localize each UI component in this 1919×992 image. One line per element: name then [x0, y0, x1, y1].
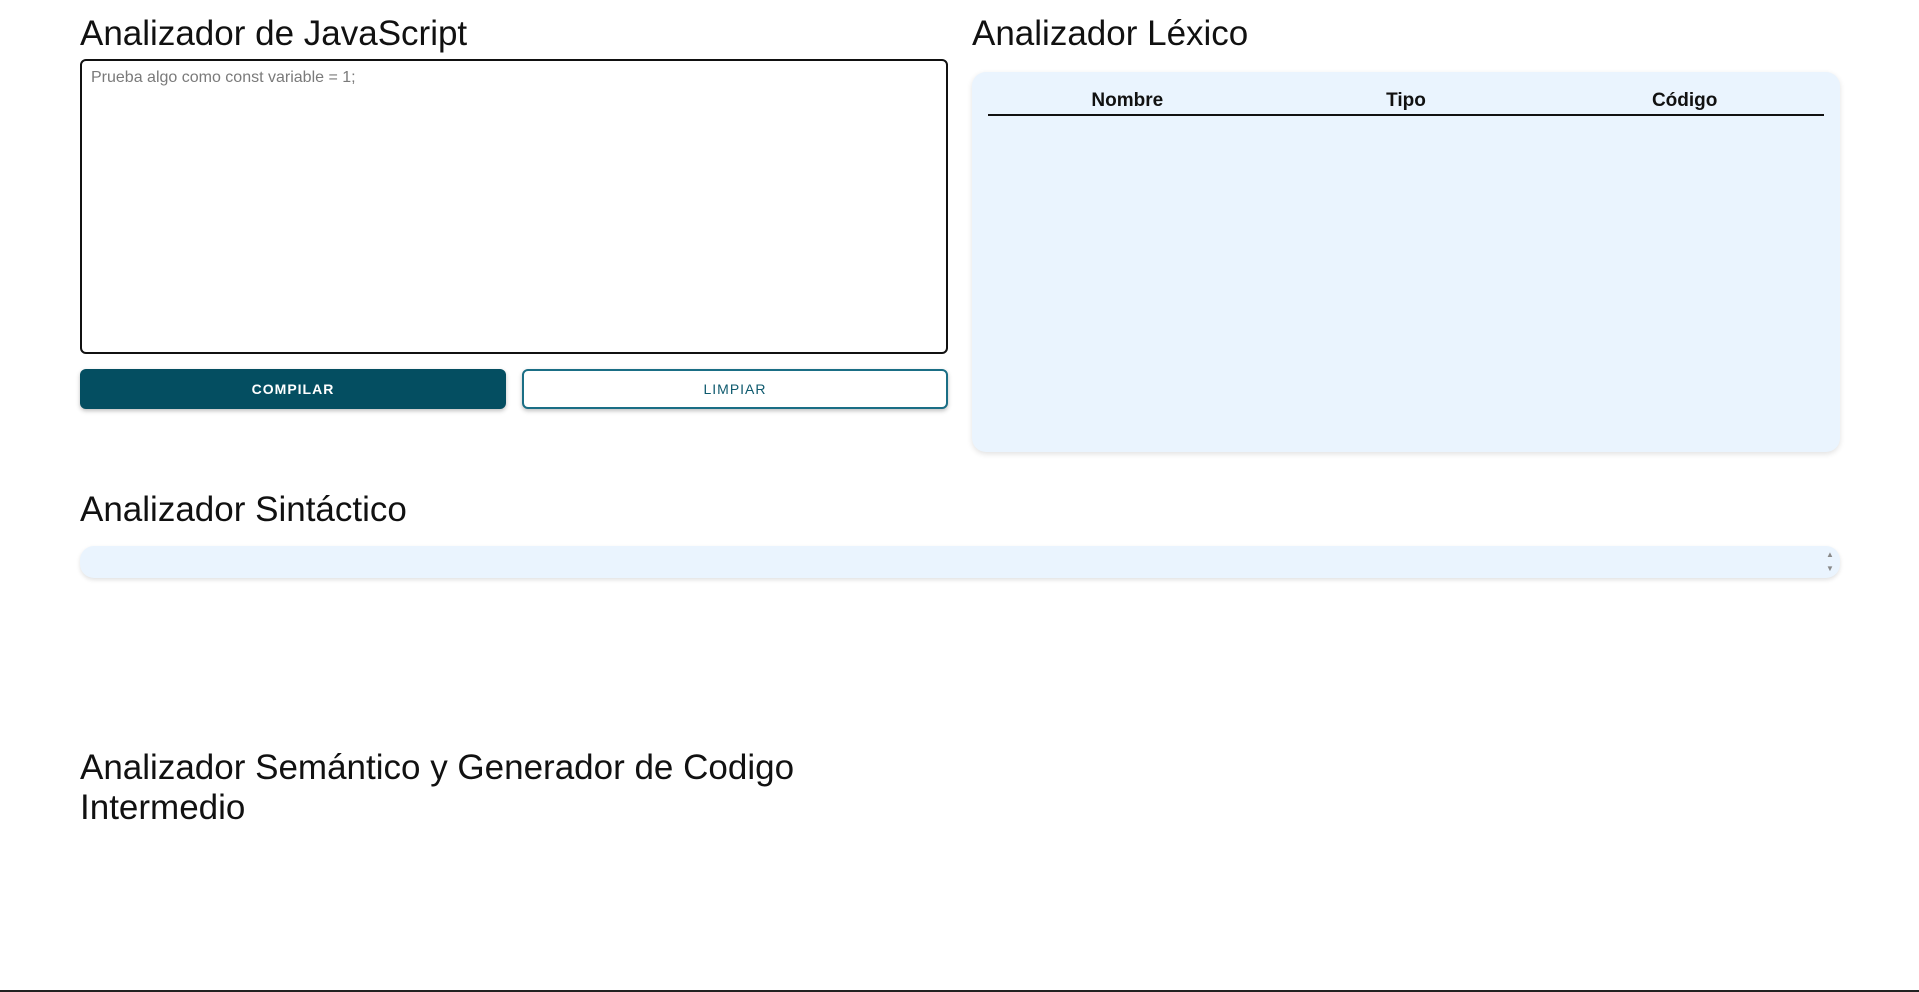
column-header-codigo: Código — [1545, 88, 1824, 116]
lexical-title: Analizador Léxico — [972, 14, 1249, 53]
syntactic-title: Analizador Sintáctico — [80, 490, 407, 529]
syntactic-output[interactable]: ▲ ▼ — [80, 546, 1840, 578]
spinner-up-icon[interactable]: ▲ — [1826, 549, 1834, 561]
lexical-table: Nombre Tipo Código — [988, 88, 1824, 116]
semantic-section: Analizador Semántico y Generador de Codi… — [80, 748, 840, 828]
column-header-nombre: Nombre — [988, 88, 1267, 116]
editor-title: Analizador de JavaScript — [80, 14, 468, 53]
semantic-title: Analizador Semántico y Generador de Codi… — [80, 748, 795, 827]
spinner-down-icon[interactable]: ▼ — [1826, 563, 1834, 575]
syntactic-section: Analizador Sintáctico ▲ ▼ — [80, 490, 1840, 578]
scroll-spinner[interactable]: ▲ ▼ — [1824, 549, 1836, 575]
compile-button[interactable]: COMPILAR — [80, 369, 506, 409]
lexical-panel: Nombre Tipo Código — [972, 72, 1840, 452]
code-input[interactable] — [80, 59, 948, 354]
column-header-tipo: Tipo — [1266, 88, 1546, 116]
clear-button[interactable]: LIMPIAR — [522, 369, 948, 409]
editor-actions: COMPILAR LIMPIAR — [80, 369, 948, 409]
editor-section: Analizador de JavaScript COMPILAR LIMPIA… — [80, 14, 948, 409]
page: Analizador de JavaScript COMPILAR LIMPIA… — [0, 0, 1919, 992]
lexical-table-header: Nombre Tipo Código — [988, 88, 1824, 116]
lexical-section: Analizador Léxico Nombre Tipo Código — [972, 14, 1840, 452]
